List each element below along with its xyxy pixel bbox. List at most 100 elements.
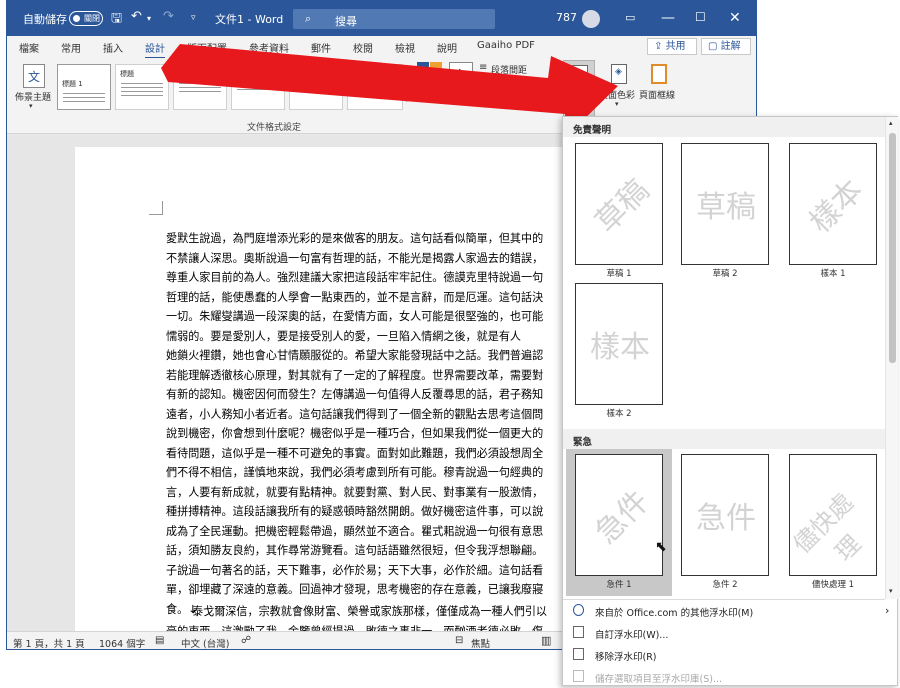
close-icon[interactable]: ✕	[729, 10, 741, 26]
globe-icon	[573, 604, 584, 616]
tab-help[interactable]: 說明	[437, 40, 457, 55]
fonts-icon[interactable]: 文	[449, 62, 473, 88]
title-bar: 自動儲存 關閉 🖫 ↶ ▾ ↷ ▿ 文件1 - Word ⌕ 搜尋 787 ▭ …	[7, 1, 756, 36]
style-thumb-label: 標題	[236, 72, 255, 82]
watermark-tile[interactable]: 樣本	[575, 283, 663, 405]
watermark-tile-label: 急件 2	[712, 580, 738, 590]
style-set-thumb[interactable]: 標題	[173, 64, 227, 110]
watermark-tile[interactable]: 草稿	[681, 143, 769, 265]
share-label: 共用	[665, 41, 686, 52]
scroll-down-icon[interactable]: ▾	[889, 587, 893, 595]
avatar[interactable]	[582, 10, 600, 28]
watermark-tile[interactable]: 草稿	[575, 143, 663, 265]
gallery-scrollbar[interactable]: ▴ ▾	[885, 117, 898, 599]
page-border-icon[interactable]	[651, 64, 667, 84]
menu-item-more-watermarks[interactable]: 來自於 Office.com 的其他浮水印(M) ›	[563, 601, 889, 621]
style-thumb-label: 標題 1	[62, 80, 83, 88]
watermark-tile-label: 儘快處理 1	[811, 580, 855, 590]
remove-watermark-icon	[573, 648, 584, 660]
page-count[interactable]: 第 1 頁，共 1 頁	[13, 636, 85, 649]
style-set-thumb[interactable]: 標題	[289, 64, 343, 110]
focus-icon[interactable]: ⊟	[455, 635, 463, 646]
menu-item-remove-watermark[interactable]: 移除浮水印(R)	[563, 645, 885, 665]
accessibility-icon[interactable]: ☍	[241, 635, 251, 646]
style-set-thumb[interactable]: 標題 1	[57, 64, 111, 110]
search-box[interactable]: ⌕ 搜尋	[293, 9, 495, 29]
save-icon[interactable]: 🖫	[111, 9, 122, 31]
scroll-up-icon[interactable]: ▴	[889, 119, 893, 127]
scroll-thumb[interactable]	[889, 133, 896, 363]
watermark-preview-text: 急件	[588, 483, 657, 552]
ribbon-group-label: 文件格式設定	[247, 123, 302, 133]
gallery-more-icon[interactable]: ▾	[405, 96, 409, 104]
watermark-tile[interactable]: 樣本	[789, 143, 877, 265]
paragraph-1[interactable]: 愛默生說過，為門庭增添光彩的是來做客的朋友。這句話看似簡單，但其中的 不禁讓人深…	[166, 229, 596, 619]
share-button[interactable]: ⇪ 共用	[647, 38, 697, 55]
watermark-preview-text: 樣本	[590, 330, 650, 365]
watermark-tile-label: 樣本 2	[606, 409, 632, 419]
submenu-arrow-icon: ›	[885, 604, 890, 617]
gallery-scroll-up-icon[interactable]: ▴	[405, 66, 409, 74]
ribbon-tabs: 檔案 常用 插入 設計 版面配置 參考資料 郵件 校閱 檢視 說明 Gaaiho…	[7, 36, 756, 59]
ribbon-display-icon[interactable]: ▭	[625, 11, 635, 24]
page-color-icon[interactable]: ◈	[611, 64, 627, 84]
tab-references[interactable]: 參考資料	[249, 40, 289, 55]
proofing-icon[interactable]: ▤	[155, 635, 164, 646]
counter-text: 787	[556, 11, 577, 24]
minimize-icon[interactable]: —	[661, 10, 675, 26]
section-header-disclaimer: 免責聲明	[563, 117, 885, 137]
tab-mailings[interactable]: 郵件	[311, 40, 331, 55]
themes-icon: 文	[23, 64, 45, 88]
document-page[interactable]: 愛默生說過，為門庭增添光彩的是來做客的朋友。這句話看似簡單，但其中的 不禁讓人深…	[75, 147, 595, 631]
watermark-preview-text: 草稿	[696, 190, 756, 225]
menu-item-custom-watermark[interactable]: 自訂浮水印(W)...	[563, 623, 885, 643]
read-mode-icon[interactable]: ▥	[541, 634, 551, 647]
margin-corner-mark	[149, 201, 163, 215]
paragraph-spacing-label[interactable]: 段落間距	[491, 63, 527, 76]
watermark-gallery: 免責聲明 草稿 草稿 1 草稿 草稿 2 樣本 樣本 1 樣本 樣本 2 急件 急件 1 急件 急件 …	[562, 116, 898, 686]
save-gallery-icon	[573, 670, 584, 682]
undo-dropdown-icon[interactable]: ▾	[147, 14, 151, 23]
menu-item-label: 自訂浮水印(W)...	[595, 630, 669, 641]
menu-item-save-to-gallery: 儲存選取項目至浮水印庫(S)...	[563, 667, 885, 687]
tab-review[interactable]: 校閱	[353, 40, 373, 55]
watermark-tile-label: 草稿 1	[606, 269, 632, 279]
style-set-thumb[interactable]: 標題	[231, 64, 285, 110]
focus-label[interactable]: 焦點	[471, 636, 490, 649]
redo-icon[interactable]: ↷	[163, 9, 174, 24]
gallery-scroll-down-icon[interactable]: ▾	[405, 82, 409, 90]
page-border-label[interactable]: 頁面框線	[639, 88, 675, 101]
watermark-dropdown-icon: ▾	[575, 100, 579, 108]
tab-insert[interactable]: 插入	[103, 40, 123, 55]
watermark-tile[interactable]: 儘快處理	[789, 454, 877, 576]
divider	[563, 599, 885, 600]
themes-button[interactable]: 文 佈景主題 ▾	[15, 62, 51, 120]
tab-view[interactable]: 檢視	[395, 40, 415, 55]
tab-design[interactable]: 設計	[145, 40, 165, 59]
autosave-toggle[interactable]: 關閉	[69, 11, 103, 26]
paragraph-2[interactable]: 泰戈爾深信，宗教就會像財富、榮譽或家族那樣，僅僅成為一種人們引以 豪的東西。這激…	[166, 602, 596, 631]
comment-button[interactable]: ▢ 註解	[701, 38, 751, 55]
maximize-icon[interactable]: ☐	[695, 10, 706, 24]
style-thumb-label: 標題	[178, 70, 192, 78]
watermark-preview-text: 草稿	[588, 172, 657, 241]
tab-gaaiho-pdf[interactable]: Gaaiho PDF	[477, 40, 535, 51]
style-set-thumb[interactable]: 標題	[115, 64, 169, 110]
effects-icon[interactable]	[481, 80, 491, 90]
tab-file[interactable]: 檔案	[19, 40, 39, 55]
colors-icon[interactable]	[417, 62, 443, 88]
watermark-tile[interactable]: 急件	[575, 454, 663, 576]
language-label[interactable]: 中文 (台灣)	[181, 636, 229, 649]
watermark-icon: A	[572, 65, 588, 85]
word-count[interactable]: 1064 個字	[99, 636, 145, 649]
style-set-thumb[interactable]: 標題	[347, 64, 403, 110]
tab-home[interactable]: 常用	[61, 40, 81, 55]
tab-layout[interactable]: 版面配置	[187, 40, 227, 55]
mouse-pointer-icon: ⬉	[655, 539, 667, 555]
watermark-tile[interactable]: 急件	[681, 454, 769, 576]
watermark-preview-text: 樣本	[802, 172, 871, 241]
document-title: 文件1 - Word	[215, 13, 284, 26]
autosave-label: 自動儲存	[23, 13, 67, 26]
customize-toolbar-icon[interactable]: ▿	[191, 13, 196, 23]
undo-icon[interactable]: ↶	[131, 9, 142, 24]
